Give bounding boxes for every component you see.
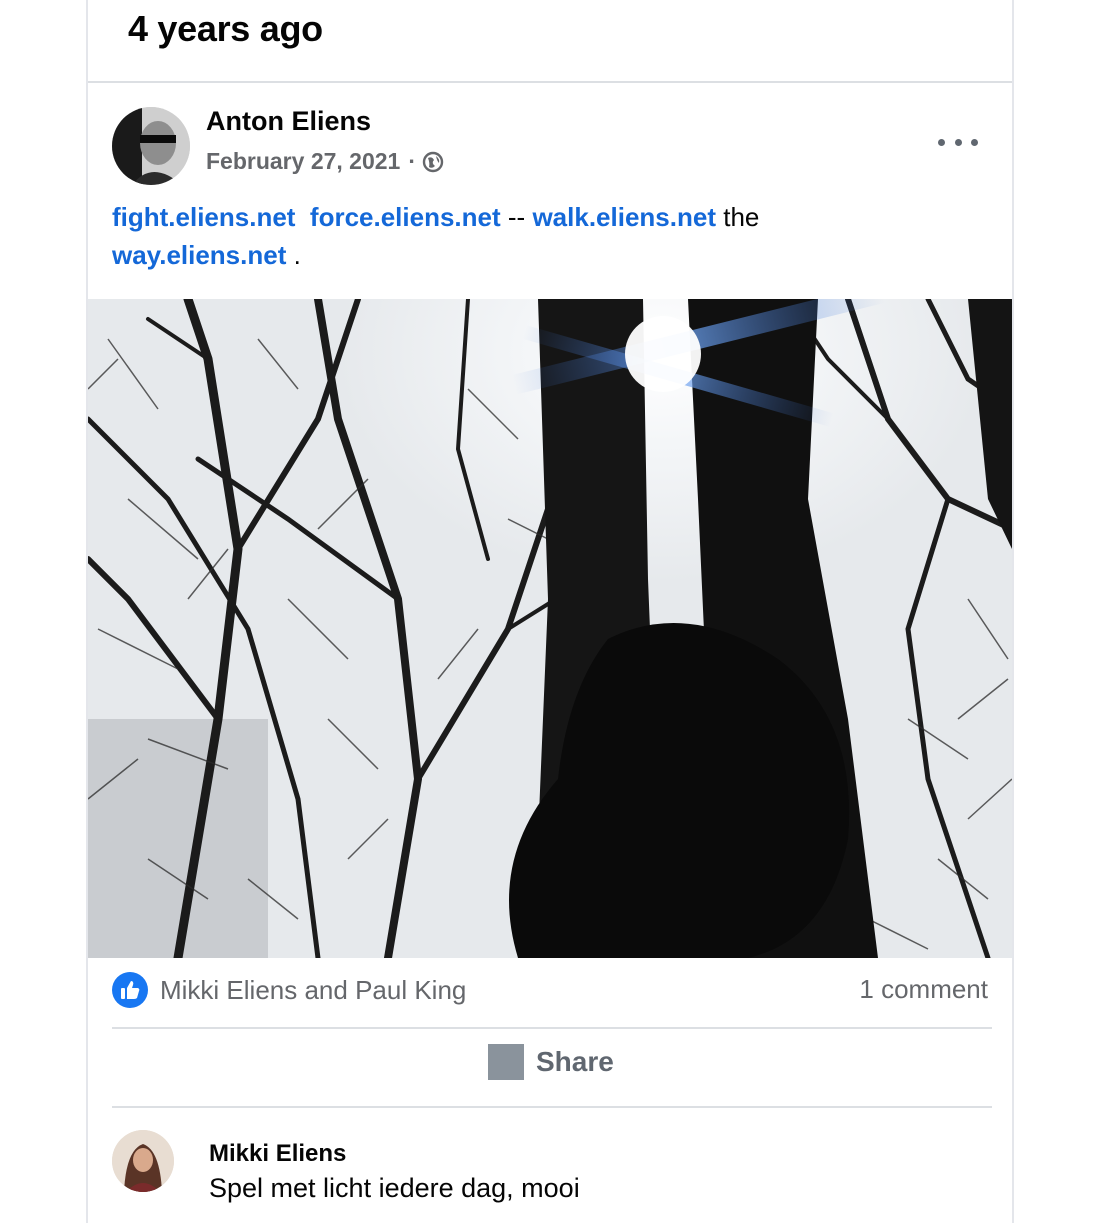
text-separator: -- [507,202,526,232]
author-avatar[interactable] [112,107,190,185]
post-author[interactable]: Anton Eliens [206,106,371,137]
reactors-text: Mikki Eliens and Paul King [160,974,467,1005]
comment-author[interactable]: Mikki Eliens [209,1140,346,1168]
more-dot [954,138,962,146]
post-photo[interactable] [88,299,1012,958]
share-button[interactable]: Share [488,1044,614,1080]
post-text: fight.eliens.net force.eliens.net -- wal… [112,198,912,274]
more-dot [938,138,945,146]
like-icon [112,972,148,1008]
text-end: . [293,240,301,270]
comment-avatar-image [112,1130,174,1192]
link-walk[interactable]: walk.eliens.net [532,202,716,232]
share-icon [488,1044,524,1080]
comment-avatar[interactable] [112,1130,174,1192]
comment-text: Spel met licht iedere dag, mooi [209,1173,580,1203]
more-dot [971,138,978,146]
comments-count[interactable]: 1 comment [859,974,988,1005]
link-fight[interactable]: fight.eliens.net [112,202,295,232]
memory-title: 4 years ago [128,8,323,49]
link-force[interactable]: force.eliens.net [310,202,501,232]
tree-photo [88,299,1012,958]
share-label: Share [536,1046,614,1077]
link-way[interactable]: way.eliens.net [112,240,286,270]
memory-header: 4 years ago [88,0,1012,83]
globe-icon[interactable] [422,151,444,173]
post-date[interactable]: February 27, 2021 [206,148,400,175]
text-word: the [723,202,760,232]
post-meta: February 27, 2021 · [206,148,444,175]
avatar-image [112,107,190,185]
meta-separator: · [408,148,417,174]
divider [112,1106,992,1108]
more-options-icon[interactable] [938,128,978,156]
memory-card: 4 years ago Anton Eliens February 27, 20… [86,0,1014,1223]
divider [112,1027,992,1029]
reactions-summary[interactable]: Mikki Eliens and Paul King [112,972,466,1008]
